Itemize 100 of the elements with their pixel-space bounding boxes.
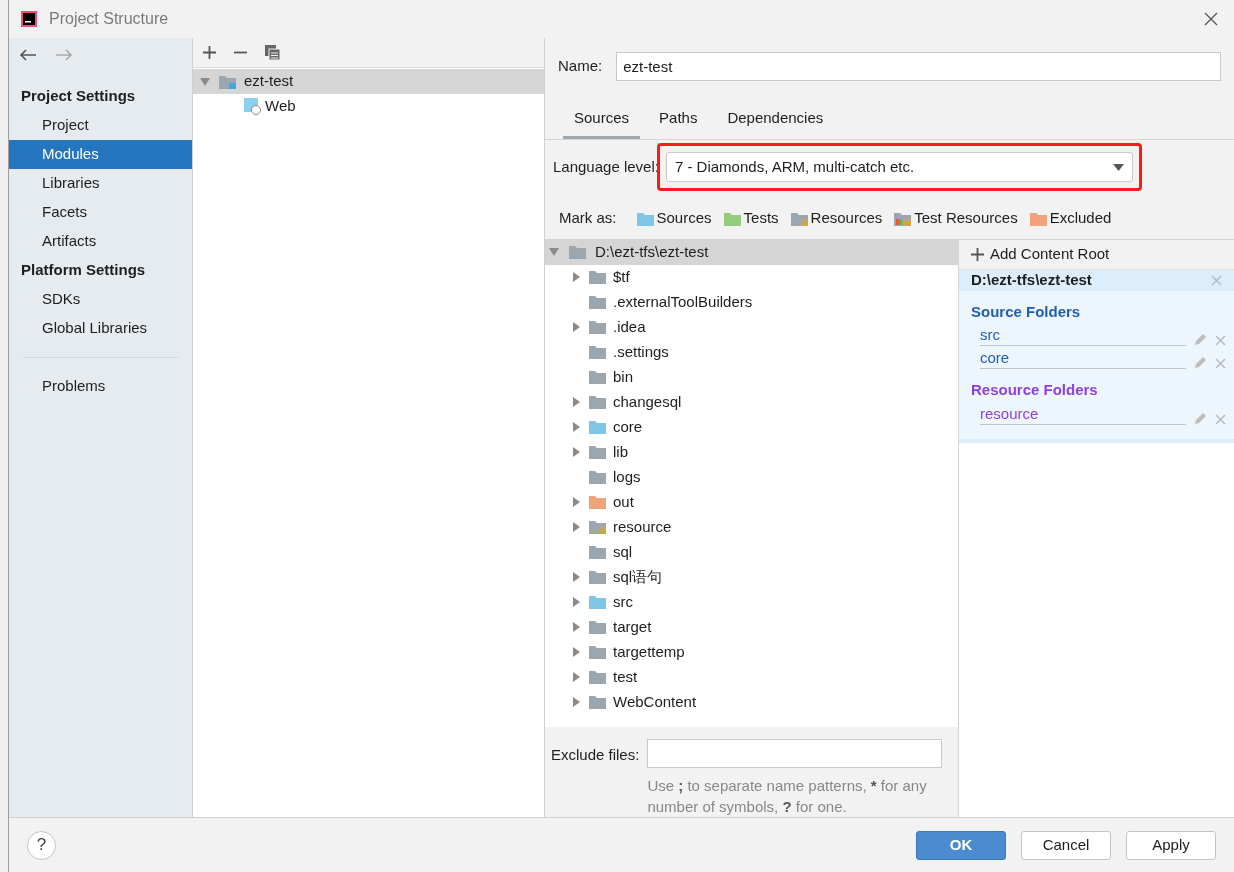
language-level-dropdown[interactable]: 7 - Diamonds, ARM, multi-catch etc.	[665, 152, 1133, 182]
folder-icon	[589, 320, 606, 334]
tree-row[interactable]: sql	[545, 539, 958, 565]
folder-name: lib	[613, 441, 628, 462]
tree-row[interactable]: .externalToolBuilders	[545, 289, 958, 315]
folder-name: core	[613, 416, 643, 437]
back-arrow-icon[interactable]	[19, 48, 37, 62]
add-icon[interactable]	[203, 46, 216, 59]
mark-as-button[interactable]: Resources	[790, 207, 883, 230]
folder-icon	[589, 270, 606, 284]
pencil-icon[interactable]	[1194, 411, 1207, 425]
collapsed-arrow-icon[interactable]	[570, 496, 582, 508]
tree-row[interactable]: D:\ezt-tfs\ezt-test	[545, 239, 958, 265]
pencil-icon[interactable]	[1194, 333, 1207, 346]
tree-row[interactable]: changesql	[545, 389, 958, 415]
field-label: Name:	[558, 56, 603, 77]
tab[interactable]: Paths	[648, 107, 709, 139]
help-button[interactable]: ?	[27, 830, 56, 860]
collapsed-arrow-icon[interactable]	[570, 646, 582, 658]
copy-icon[interactable]	[265, 45, 280, 60]
folder-entry: src	[980, 325, 1186, 346]
expanded-arrow-icon[interactable]	[199, 75, 211, 88]
collapsed-arrow-icon[interactable]	[570, 621, 582, 633]
folder-name: out	[613, 491, 634, 512]
expanded-arrow-icon[interactable]	[548, 246, 560, 258]
collapsed-arrow-icon[interactable]	[570, 321, 582, 333]
field-label: Mark as:	[559, 208, 617, 229]
mark-as-button[interactable]: Sources	[636, 207, 712, 230]
section-heading: Platform Settings	[20, 260, 147, 281]
tree-row[interactable]: bin	[545, 364, 958, 390]
group-heading: Source Folders	[970, 301, 1082, 322]
dialog-button[interactable]: OK	[916, 830, 1006, 860]
tree-row[interactable]: $tf	[545, 264, 958, 290]
collapsed-arrow-icon[interactable]	[570, 571, 582, 583]
collapsed-arrow-icon[interactable]	[570, 396, 582, 408]
forward-arrow-icon[interactable]	[55, 48, 73, 62]
collapsed-arrow-icon[interactable]	[570, 421, 582, 433]
sidebar-item[interactable]: Project	[9, 111, 192, 140]
folder-entry: resource	[980, 403, 1186, 425]
tree-row[interactable]: src	[545, 589, 958, 615]
folder-icon	[589, 370, 606, 384]
tree-row[interactable]: .settings	[545, 339, 958, 365]
tree-row[interactable]: WebContent	[545, 689, 958, 715]
module-name: ezt-test	[244, 71, 294, 92]
folder-icon	[589, 595, 606, 609]
folder-icon	[219, 74, 236, 89]
tree-row[interactable]: .idea	[545, 314, 958, 340]
folder-name: bin	[613, 366, 634, 387]
folder-icon	[894, 211, 912, 226]
tree-row[interactable]: targettemp	[545, 639, 958, 665]
tree-row[interactable]: resource	[545, 514, 958, 540]
exclude-files-field[interactable]	[647, 739, 942, 768]
folder-entry: core	[980, 348, 1186, 369]
sidebar-item[interactable]: SDKs	[9, 285, 192, 314]
mark-as-button[interactable]: Test Resources	[894, 207, 1018, 230]
folder-name: WebContent	[613, 691, 697, 712]
pencil-icon[interactable]	[1194, 356, 1207, 369]
tree-row[interactable]: Web	[193, 94, 544, 119]
help-text: Use ; to separate name patterns, * for any number of symbols, ? for one.	[647, 776, 928, 817]
mark-as-button[interactable]: Excluded	[1029, 207, 1112, 230]
collapsed-arrow-icon[interactable]	[570, 521, 582, 533]
tree-row[interactable]: sql语句	[545, 564, 958, 590]
group-heading: Resource Folders	[970, 380, 1099, 400]
close-icon[interactable]	[1204, 12, 1218, 26]
folder-icon	[589, 620, 606, 634]
tab[interactable]: Sources	[563, 107, 641, 139]
tree-row[interactable]: test	[545, 664, 958, 690]
folder-name: .settings	[613, 341, 669, 362]
section-heading: Project Settings	[20, 86, 137, 107]
sidebar-item[interactable]: Facets	[9, 198, 192, 227]
sidebar-item[interactable]: Modules	[9, 140, 192, 169]
tree-row[interactable]: target	[545, 614, 958, 640]
tree-row[interactable]: core	[545, 414, 958, 440]
sidebar-item[interactable]: Artifacts	[9, 227, 192, 256]
collapsed-arrow-icon[interactable]	[570, 596, 582, 608]
collapsed-arrow-icon[interactable]	[570, 671, 582, 683]
tree-row[interactable]: out	[545, 489, 958, 515]
tree-row[interactable]: lib	[545, 439, 958, 465]
dialog-button[interactable]: Apply	[1126, 830, 1216, 860]
folder-icon	[589, 570, 606, 584]
sidebar-item[interactable]: Problems	[9, 372, 192, 401]
collapsed-arrow-icon[interactable]	[570, 446, 582, 458]
tree-row[interactable]: logs	[545, 464, 958, 490]
tree-row[interactable]: ezt-test	[193, 69, 544, 94]
sidebar-item[interactable]: Libraries	[9, 169, 192, 198]
folder-icon	[589, 695, 606, 709]
folder-icon	[569, 245, 586, 259]
collapsed-arrow-icon[interactable]	[570, 696, 582, 708]
folder-icon	[723, 211, 741, 226]
field-label: Exclude files:	[551, 745, 640, 765]
add-icon[interactable]	[971, 247, 984, 261]
folder-name: .externalToolBuilders	[613, 291, 753, 312]
folder-name: sql语句	[613, 566, 663, 587]
tab[interactable]: Dependencies	[716, 107, 835, 139]
dialog-button[interactable]: Cancel	[1021, 830, 1111, 860]
collapsed-arrow-icon[interactable]	[570, 271, 582, 283]
name-field[interactable]: ezt-test	[616, 52, 1221, 81]
sidebar-item[interactable]: Global Libraries	[9, 314, 192, 343]
mark-as-button[interactable]: Tests	[723, 207, 779, 230]
folder-icon	[1029, 211, 1047, 226]
